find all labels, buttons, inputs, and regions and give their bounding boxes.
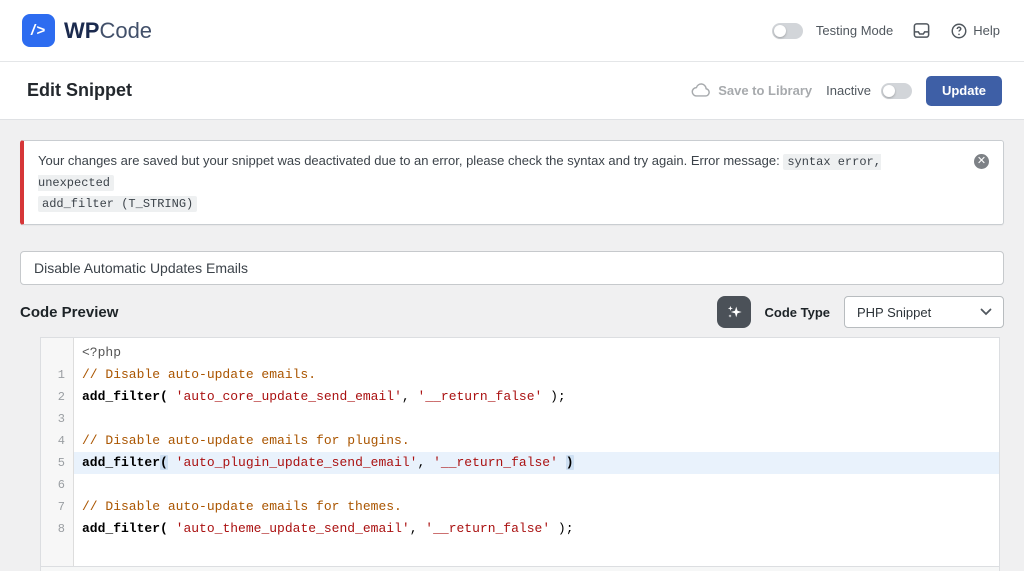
update-button[interactable]: Update: [925, 75, 1002, 106]
inbox-tray-icon: [913, 23, 930, 38]
code-line-active: add_filter( 'auto_plugin_update_send_ema…: [74, 452, 999, 474]
code-token-plain: );: [550, 521, 574, 536]
code-token-fn: add_filter(: [82, 389, 168, 404]
code-line: // Disable auto-update emails for themes…: [74, 496, 999, 518]
code-token-bracket: (: [160, 455, 168, 470]
wpcode-edit-snippet-page: /> WPCode Testing Mode Help Edit Snippet…: [0, 0, 1024, 571]
line-number: 4: [57, 434, 65, 448]
code-token-string: 'auto_theme_update_send_email': [175, 521, 410, 536]
help-button[interactable]: Help: [950, 22, 1000, 40]
editor-code-area[interactable]: <?php // Disable auto-update emails. add_f…: [74, 338, 999, 566]
wpcode-brand-name: WPCode: [64, 17, 153, 43]
code-token-comment: // Disable auto-update emails for plugin…: [82, 433, 410, 448]
code-line: // Disable auto-update emails for plugin…: [74, 430, 999, 452]
main-content: Your changes are saved but your snippet …: [0, 140, 1024, 571]
code-token-string: '__return_false': [417, 389, 543, 404]
code-token-fn: add_filter: [82, 455, 161, 470]
wpcode-logo-icon: />: [22, 14, 55, 47]
code-line: add_filter( 'auto_theme_update_send_emai…: [74, 518, 999, 540]
line-number: 2: [57, 390, 65, 404]
save-to-library-button[interactable]: Save to Library: [691, 83, 812, 98]
error-notice: Your changes are saved but your snippet …: [20, 140, 1004, 225]
testing-mode-label: Testing Mode: [815, 23, 894, 38]
line-number: 1: [57, 368, 65, 382]
editor-resize-handle[interactable]: [40, 567, 1000, 571]
code-type-label: Code Type: [764, 304, 831, 320]
dismiss-notice-button[interactable]: ✕: [974, 154, 989, 169]
code-preview-header: Code Preview Code Type PHP Snippet: [20, 295, 1004, 329]
toggle-knob: [882, 84, 895, 97]
top-header: /> WPCode Testing Mode Help: [0, 0, 1024, 62]
testing-mode-toggle[interactable]: [771, 22, 803, 39]
wpcode-logo: /> WPCode: [22, 14, 152, 47]
code-token-string: '__return_false': [433, 455, 558, 470]
save-to-library-label: Save to Library: [718, 83, 813, 98]
code-line: // Disable auto-update emails.: [74, 364, 999, 386]
code-token-plain: ,: [409, 521, 426, 536]
notifications-inbox-button[interactable]: [912, 21, 931, 40]
line-number: 3: [57, 412, 65, 426]
error-notice-text: Your changes are saved but your snippet …: [38, 153, 780, 168]
line-number: 6: [57, 478, 65, 492]
code-token-string: 'auto_plugin_update_send_email': [175, 455, 418, 470]
code-token-fn: add_filter(: [82, 521, 168, 536]
snippet-toolbar: Edit Snippet Save to Library Inactive Up…: [0, 62, 1024, 120]
code-token-plain: ,: [417, 455, 434, 470]
toggle-knob: [773, 24, 786, 37]
editor-line-number-gutter: 1 2 3 4 5 6 7 8: [41, 338, 74, 566]
code-token-bracket: ): [565, 455, 574, 470]
code-type-value: PHP Snippet: [857, 304, 932, 320]
code-line: <?php: [74, 342, 999, 364]
line-number: 8: [57, 522, 65, 536]
question-circle-icon: [951, 23, 967, 38]
code-token-comment: // Disable auto-update emails for themes…: [82, 499, 402, 514]
page-title: Edit Snippet: [27, 80, 132, 100]
help-label: Help: [973, 23, 1000, 38]
code-editor[interactable]: 1 2 3 4 5 6 7 8 <?php // Disable auto-update ema…: [40, 337, 1000, 567]
snippet-title-input[interactable]: [20, 251, 1004, 285]
code-preview-heading: Code Preview: [20, 303, 119, 321]
cloud-icon: [691, 83, 711, 97]
line-number: [41, 342, 73, 364]
snippet-status-toggle[interactable]: [880, 82, 912, 99]
code-line: add_filter( 'auto_core_update_send_email…: [74, 386, 999, 408]
code-token-string: 'auto_core_update_send_email': [175, 389, 402, 404]
chevron-down-icon: [980, 308, 992, 316]
sparkles-icon: [727, 305, 742, 318]
line-number: 5: [57, 456, 65, 470]
error-code-snippet: add_filter (T_STRING): [38, 196, 198, 212]
ai-generate-button[interactable]: [716, 296, 751, 328]
line-number: 7: [57, 500, 65, 514]
code-token-meta: <?php: [82, 345, 122, 360]
code-token-plain: );: [542, 389, 566, 404]
snippet-status-label: Inactive: [826, 83, 871, 98]
code-token-plain: ,: [401, 389, 418, 404]
code-token-string: '__return_false': [425, 521, 551, 536]
code-type-select[interactable]: PHP Snippet: [844, 296, 1004, 328]
code-token-comment: // Disable auto-update emails.: [82, 367, 317, 382]
